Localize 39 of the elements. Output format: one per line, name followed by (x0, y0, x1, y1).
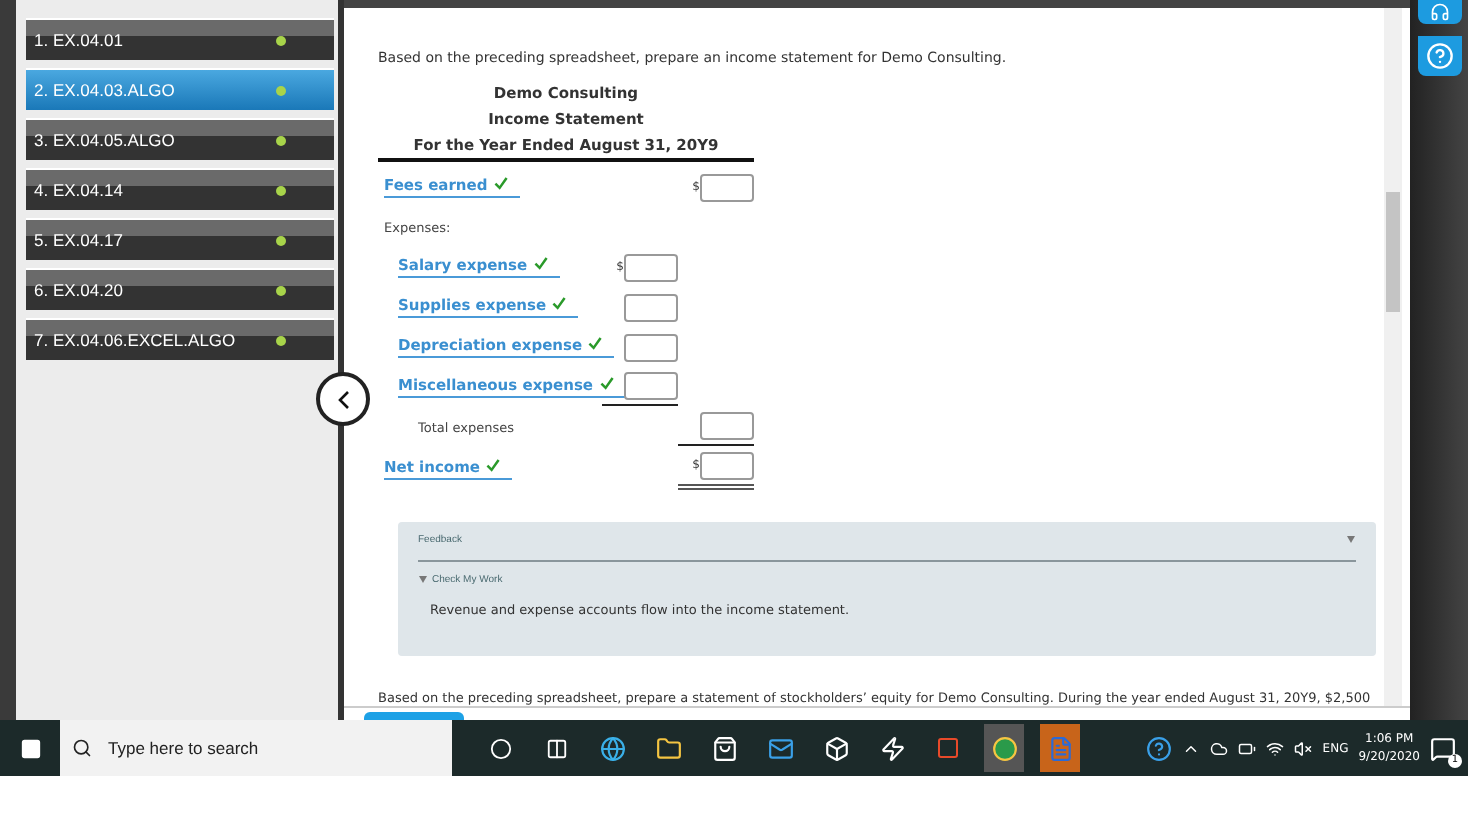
wifi-icon[interactable] (1266, 739, 1285, 757)
assignment-item[interactable]: 2. EX.04.03.ALGO (26, 68, 334, 110)
amount-field[interactable] (624, 333, 678, 361)
headset-button[interactable] (1417, 0, 1461, 24)
status-dot (276, 135, 286, 145)
status-dot (276, 35, 286, 45)
collapse-button[interactable] (316, 372, 370, 426)
help-icon (1425, 42, 1453, 70)
assignment-item[interactable]: 7. EX.04.06.EXCEL.ALGO (26, 318, 334, 360)
search-input[interactable]: Type here to search (104, 736, 432, 760)
scrollbar[interactable] (1384, 8, 1402, 705)
assignment-item[interactable]: 5. EX.04.17 (26, 218, 334, 260)
assignment-item[interactable]: 3. EX.04.05.ALGO (26, 118, 334, 160)
status-dot (276, 85, 286, 95)
help-button[interactable] (1417, 36, 1461, 76)
triangle-icon (418, 574, 428, 584)
amount-field[interactable] (700, 451, 754, 479)
amount-field[interactable] (700, 412, 754, 440)
triangle-down-icon[interactable] (1346, 533, 1356, 543)
amount-field[interactable] (624, 253, 678, 281)
status-dot (276, 285, 286, 295)
status-dot (276, 335, 286, 345)
search-field[interactable]: Type here to search (60, 720, 452, 776)
chevron-left-icon (337, 389, 349, 409)
windows-start-icon[interactable] (19, 737, 41, 759)
search-icon (72, 738, 92, 758)
amount-field[interactable] (700, 173, 754, 201)
assignment-item[interactable]: 6. EX.04.20 (26, 268, 334, 310)
amount-field[interactable] (624, 372, 678, 400)
status-dot (276, 185, 286, 195)
assignment-item[interactable]: 1. EX.04.01 (26, 18, 334, 60)
help-icon[interactable] (1146, 735, 1173, 761)
speaker-icon[interactable] (1294, 739, 1313, 757)
cloud-icon[interactable] (1210, 739, 1229, 757)
assignment-item[interactable]: 4. EX.04.14 (26, 168, 334, 210)
amount-field[interactable] (624, 293, 678, 321)
headset-icon (1429, 2, 1449, 22)
battery-icon[interactable] (1238, 739, 1257, 757)
status-dot (276, 235, 286, 245)
